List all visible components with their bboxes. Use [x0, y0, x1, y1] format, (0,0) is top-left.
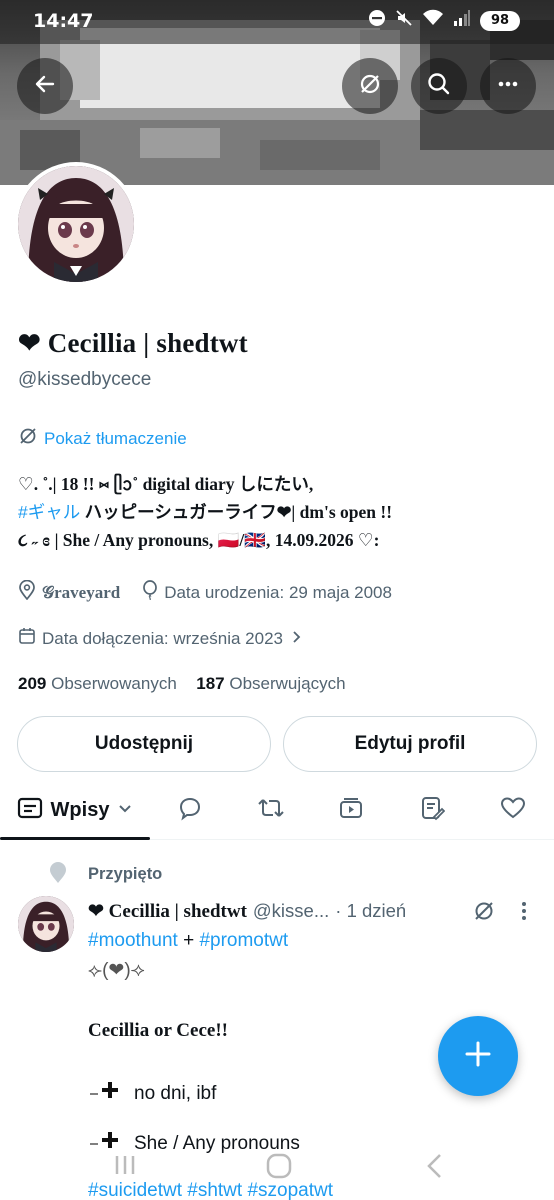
active-tab-indicator: [0, 837, 150, 840]
media-icon: [338, 796, 364, 825]
tab-replies[interactable]: [160, 780, 220, 840]
location-icon: [18, 579, 36, 605]
balloon-icon: [142, 580, 158, 605]
following-link[interactable]: 209 Obserwowanych: [18, 674, 177, 693]
translate-label: Pokaż tłumaczenie: [44, 428, 187, 448]
reply-icon: [177, 795, 203, 826]
tab-reposts[interactable]: [241, 780, 301, 840]
system-navigation-bar: [0, 1142, 554, 1192]
posts-icon: [17, 797, 43, 824]
back-button[interactable]: [17, 58, 73, 114]
more-options-button[interactable]: [480, 58, 536, 114]
mute-icon: [395, 9, 413, 32]
profile-name: ❤ Cecillia | shedtwt: [18, 328, 248, 358]
calendar-icon: [18, 627, 36, 650]
joined-date-row[interactable]: Data dołączenia: września 2023: [18, 627, 303, 650]
followers-link[interactable]: 187 Obserwujących: [196, 674, 345, 693]
plus-icon: [463, 1039, 493, 1074]
bio-line-1: ♡. ˚.| 18 !! ⑅ ᥫᩣ˚ digital diary しにたい,: [18, 474, 314, 494]
profile-bio: ♡. ˚.| 18 !! ⑅ ᥫᩣ˚ digital diary しにたい, #…: [18, 470, 538, 554]
home-icon[interactable]: [265, 1152, 293, 1185]
back-nav-icon[interactable]: [424, 1152, 446, 1185]
birthday-text: Data urodzenia: 29 maja 2008: [164, 582, 392, 602]
hashtag-moothunt[interactable]: #moothunt: [88, 930, 178, 951]
translate-icon: [357, 71, 383, 102]
show-translation-link[interactable]: Pokaż tłumaczenie: [18, 426, 187, 451]
system-status-bar: 14:47 98: [0, 0, 554, 42]
tweet-author-handle[interactable]: @kisse...: [253, 900, 329, 922]
profile-avatar[interactable]: [14, 162, 138, 286]
more-vertical-icon[interactable]: [516, 899, 532, 929]
following-label: Obserwowanych: [51, 674, 177, 693]
tweet-author-name[interactable]: ❤ Cecillia | shedtwt: [88, 900, 247, 923]
hashtag-promotwt[interactable]: #promotwt: [199, 930, 288, 951]
tweet-time[interactable]: · 1 dzień: [335, 900, 406, 922]
followers-count: 187: [196, 674, 225, 693]
pinned-indicator: Przypięto: [48, 860, 162, 889]
arrow-left-icon: [33, 72, 57, 101]
compose-button[interactable]: [438, 1016, 518, 1096]
tweet-decoration: ⟣(❤)⟢: [88, 960, 145, 981]
tab-posts-label: Wpisy: [50, 798, 110, 821]
tweet-header: ❤ Cecillia | shedtwt @kisse... · 1 dzień: [88, 898, 538, 924]
dnd-icon: [368, 9, 386, 32]
following-count: 209: [18, 674, 47, 693]
signal-icon: [453, 9, 471, 32]
profile-meta-location-birthday: 𝒢raveyard Data urodzenia: 29 maja 2008: [18, 579, 392, 605]
avatar-image: [18, 166, 134, 282]
chevron-right-icon: [289, 629, 303, 649]
hashtag-plus: +: [177, 930, 200, 951]
articles-icon: [419, 795, 446, 826]
bio-hashtag-link[interactable]: #ギャル: [18, 502, 80, 522]
more-horizontal-icon: [495, 71, 521, 102]
follow-stats: 209 Obserwowanych 187 Obserwujących: [18, 674, 346, 694]
chevron-down-icon: [117, 800, 133, 821]
followers-label: Obserwujących: [229, 674, 346, 693]
tab-articles[interactable]: [402, 780, 462, 840]
translate-icon: [18, 426, 38, 451]
joined-text: Data dołączenia: września 2023: [42, 628, 283, 648]
location-text: 𝒢raveyard: [42, 582, 121, 602]
tab-media[interactable]: [321, 780, 381, 840]
search-button[interactable]: [411, 58, 467, 114]
pin-icon: [48, 860, 68, 889]
profile-tabs: Wpisy: [0, 780, 554, 840]
status-time: 14:47: [33, 10, 94, 32]
tweet-author-avatar[interactable]: [18, 896, 74, 952]
retweet-icon: [257, 796, 285, 825]
cross-icon: [88, 1076, 128, 1112]
share-button[interactable]: Udostępnij: [17, 716, 271, 772]
battery-indicator: 98: [480, 10, 520, 31]
recent-apps-icon[interactable]: [112, 1152, 138, 1183]
bio-line-3: ૮ ˶ ɞ | She / Any pronouns, 🇵🇱/🇬🇧, 14.09…: [18, 530, 380, 550]
bio-line-2: ハッピーシュガーライフ❤| dm's open !!: [80, 502, 393, 522]
translate-icon[interactable]: [472, 899, 496, 929]
tab-likes[interactable]: [483, 780, 543, 840]
like-icon: [500, 796, 526, 825]
profile-handle: @kissedbycece: [18, 369, 152, 390]
search-icon: [426, 71, 452, 102]
tab-posts[interactable]: Wpisy: [0, 780, 150, 840]
pinned-label: Przypięto: [88, 865, 163, 883]
translate-button[interactable]: [342, 58, 398, 114]
edit-profile-button[interactable]: Edytuj profil: [283, 716, 537, 772]
wifi-icon: [422, 9, 444, 32]
tweet-item-1: no dni, ibf: [134, 1083, 217, 1104]
